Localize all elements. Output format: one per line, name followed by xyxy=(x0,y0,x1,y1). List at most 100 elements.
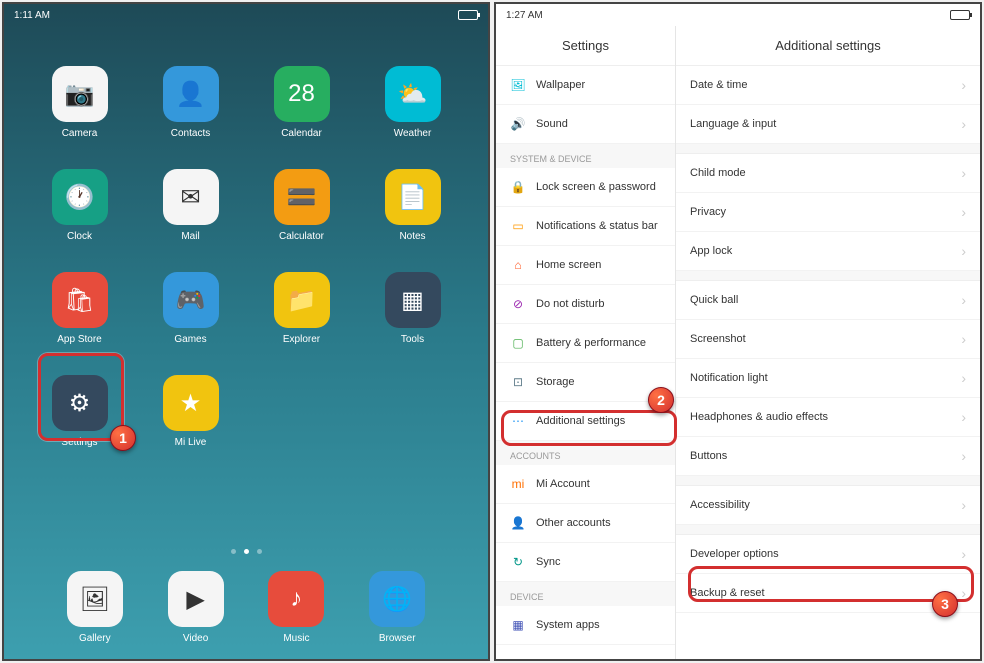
dock-app-browser[interactable]: 🌐Browser xyxy=(357,571,437,644)
chevron-right-icon: › xyxy=(961,585,966,601)
page-indicator xyxy=(4,549,488,554)
row-label: Wallpaper xyxy=(536,79,661,91)
row-label: Headphones & audio effects xyxy=(690,411,961,423)
app-explorer[interactable]: 📁Explorer xyxy=(262,272,342,345)
row-label: Screenshot xyxy=(690,333,961,345)
app-label: Clock xyxy=(67,231,92,242)
detail-row-accessibility[interactable]: Accessibility› xyxy=(676,486,980,525)
settings-row-sync[interactable]: ↻Sync xyxy=(496,543,675,582)
app-notes[interactable]: 📄 Notes xyxy=(373,169,453,242)
app-label: Games xyxy=(174,334,206,345)
app-label: Weather xyxy=(394,128,432,139)
dnd-icon: ⊘ xyxy=(510,296,526,312)
settings-row-sound[interactable]: 🔊Sound xyxy=(496,105,675,144)
row-label: Backup & reset xyxy=(690,587,961,599)
app-tools[interactable]: ▦Tools xyxy=(373,272,453,345)
settings-row-wallpaper[interactable]: 🖼 Wallpaper xyxy=(496,66,675,105)
settings-row-notifications-status-bar[interactable]: ▭Notifications & status bar xyxy=(496,207,675,246)
app-calculator[interactable]: 🟰Calculator xyxy=(262,169,342,242)
games-icon: 🎮 xyxy=(163,272,219,328)
gallery-icon: 🖼 xyxy=(67,571,123,627)
settings-row-other-accounts[interactable]: 👤Other accounts xyxy=(496,504,675,543)
settings-row-storage[interactable]: ⊡Storage xyxy=(496,363,675,402)
detail-row-app-lock[interactable]: App lock› xyxy=(676,232,980,271)
app-label: Camera xyxy=(62,128,98,139)
app-label: Contacts xyxy=(171,128,210,139)
section-header: DEVICE xyxy=(496,582,675,606)
detail-row-headphones-audio-effects[interactable]: Headphones & audio effects› xyxy=(676,398,980,437)
app-weather[interactable]: ⛅ Weather xyxy=(373,66,453,139)
dock-app-gallery[interactable]: 🖼 Gallery xyxy=(55,571,135,644)
app-calendar[interactable]: 28 Calendar xyxy=(262,66,342,139)
notes-icon: 📄 xyxy=(385,169,441,225)
page-dot-active xyxy=(244,549,249,554)
app-app-store[interactable]: 🛍App Store xyxy=(40,272,120,345)
app-clock[interactable]: 🕐Clock xyxy=(40,169,120,242)
milive-icon: ★ xyxy=(163,375,219,431)
detail-row-language-input[interactable]: Language & input› xyxy=(676,105,980,144)
status-time: 1:27 AM xyxy=(506,10,543,21)
weather-icon: ⛅ xyxy=(385,66,441,122)
row-label: Quick ball xyxy=(690,294,961,306)
contacts-icon: 👤 xyxy=(163,66,219,122)
wallpaper-icon: 🖼 xyxy=(510,77,526,93)
detail-row-backup-reset[interactable]: Backup & reset› xyxy=(676,574,980,613)
row-label: Buttons xyxy=(690,450,961,462)
lock-icon: 🔒 xyxy=(510,179,526,195)
row-label: Storage xyxy=(536,376,661,388)
row-label: System apps xyxy=(536,619,661,631)
app-label: Browser xyxy=(379,633,416,644)
explorer-icon: 📁 xyxy=(274,272,330,328)
app-label: Calendar xyxy=(281,128,322,139)
app-label: Gallery xyxy=(79,633,111,644)
dock-app-video[interactable]: ▶ Video xyxy=(156,571,236,644)
mi-icon: mi xyxy=(510,476,526,492)
app-mail[interactable]: ✉Mail xyxy=(151,169,231,242)
chevron-right-icon: › xyxy=(961,370,966,386)
sync-icon: ↻ xyxy=(510,554,526,570)
page-dot xyxy=(257,549,262,554)
home-screen: 1:11 AM 📷Camera👤Contacts28Calendar⛅Weath… xyxy=(2,2,490,661)
row-label: Notifications & status bar xyxy=(536,220,661,232)
settings-row-home-screen[interactable]: ⌂Home screen xyxy=(496,246,675,285)
row-label: App lock xyxy=(690,245,961,257)
app-label: Video xyxy=(183,633,208,644)
detail-row-buttons[interactable]: Buttons› xyxy=(676,437,980,476)
dock-app-music[interactable]: ♪Music xyxy=(256,571,336,644)
detail-row-developer-options[interactable]: Developer options› xyxy=(676,535,980,574)
settings-row-lock-screen-password[interactable]: 🔒Lock screen & password xyxy=(496,168,675,207)
settings-row-additional-settings[interactable]: ⋯Additional settings xyxy=(496,402,675,441)
row-label: Mi Account xyxy=(536,478,661,490)
calculator-icon: 🟰 xyxy=(274,169,330,225)
chevron-right-icon: › xyxy=(961,243,966,259)
settings-icon: ⚙ xyxy=(52,375,108,431)
camera-icon: 📷 xyxy=(52,66,108,122)
app-settings[interactable]: ⚙Settings xyxy=(40,375,120,448)
app-camera[interactable]: 📷 Camera xyxy=(40,66,120,139)
detail-title: Additional settings xyxy=(676,26,980,66)
settings-row-system-apps[interactable]: ▦System apps xyxy=(496,606,675,645)
sound-icon: 🔊 xyxy=(510,116,526,132)
detail-row-quick-ball[interactable]: Quick ball› xyxy=(676,281,980,320)
detail-row-privacy[interactable]: Privacy› xyxy=(676,193,980,232)
app-games[interactable]: 🎮 Games xyxy=(151,272,231,345)
calendar-icon: 28 xyxy=(274,66,330,122)
video-icon: ▶ xyxy=(168,571,224,627)
settings-row-battery-performance[interactable]: ▢Battery & performance xyxy=(496,324,675,363)
home-grid: 📷 Camera 👤 Contacts 28 Calendar ⛅ Weather 🕐Clock… xyxy=(4,26,488,448)
detail-row-child-mode[interactable]: Child mode› xyxy=(676,154,980,193)
detail-row-notification-light[interactable]: Notification light› xyxy=(676,359,980,398)
row-label: Other accounts xyxy=(536,517,661,529)
detail-row-date-time[interactable]: Date & time› xyxy=(676,66,980,105)
row-label: Language & input xyxy=(690,118,961,130)
settings-row-do-not-disturb[interactable]: ⊘Do not disturb xyxy=(496,285,675,324)
app-contacts[interactable]: 👤 Contacts xyxy=(151,66,231,139)
app-label: Notes xyxy=(399,231,425,242)
settings-row-mi-account[interactable]: mi Mi Account xyxy=(496,465,675,504)
chevron-right-icon: › xyxy=(961,204,966,220)
app-mi-live[interactable]: ★Mi Live xyxy=(151,375,231,448)
detail-row-screenshot[interactable]: Screenshot› xyxy=(676,320,980,359)
chevron-right-icon: › xyxy=(961,409,966,425)
row-label: Accessibility xyxy=(690,499,961,511)
page-dot xyxy=(231,549,236,554)
